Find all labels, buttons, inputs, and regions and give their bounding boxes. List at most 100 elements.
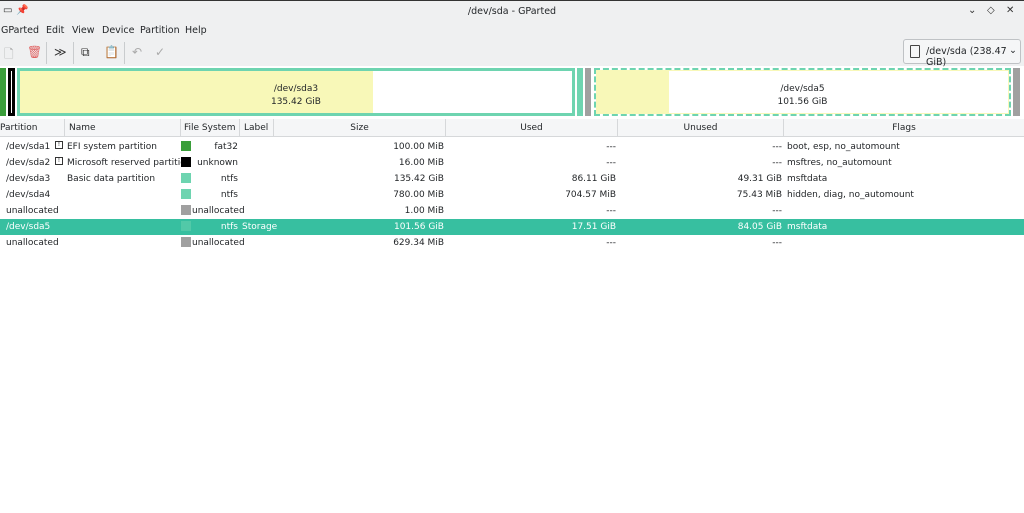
unused-cell: 49.31 GiB [737, 174, 782, 184]
table-row[interactable]: /dev/sda3 Basic data partition ntfs 135.42 … [0, 171, 1024, 187]
partition-cell: unallocated [6, 206, 59, 216]
table-row[interactable]: /dev/sda2! Microsoft reserved partition un… [0, 155, 1024, 171]
table-row[interactable]: /dev/sda5 ntfs Storage 101.56 GiB 17.51 GiB 8… [0, 219, 1024, 235]
used-cell: 17.51 GiB [571, 222, 616, 232]
used-cell: --- [606, 238, 616, 248]
filesystem-cell: unallocated [192, 206, 245, 216]
col-name[interactable]: Name [65, 119, 181, 137]
unused-cell: --- [772, 206, 782, 216]
col-used[interactable]: Used [446, 119, 618, 137]
flags-cell: msftdata [787, 222, 828, 232]
filesystem-cell: ntfs [220, 190, 238, 200]
new-partition-icon[interactable]: 🗋 [4, 45, 14, 66]
device-selector[interactable]: /dev/sda (238.47 GiB) ⌄ [903, 39, 1021, 68]
menu-gparted[interactable]: GParted [1, 25, 39, 36]
minimize-icon[interactable]: ⌄ [968, 5, 976, 16]
unused-cell: 84.05 GiB [737, 222, 782, 232]
col-filesystem[interactable]: File System [181, 119, 240, 137]
size-cell: 16.00 MiB [398, 158, 444, 168]
size-cell: 780.00 MiB [393, 190, 444, 200]
fs-color-swatch [181, 141, 191, 151]
partition-cell: /dev/sda3 [6, 174, 51, 184]
fs-color-swatch [181, 189, 191, 199]
flags-cell: hidden, diag, no_automount [787, 190, 914, 200]
map-sda5-name: /dev/sda5 [780, 84, 825, 94]
col-unused[interactable]: Unused [618, 119, 784, 137]
delete-icon[interactable]: 🗑 [27, 45, 42, 59]
table-row[interactable]: unallocated unallocated 1.00 MiB --- --- [0, 203, 1024, 219]
size-cell: 100.00 MiB [393, 142, 444, 152]
undo-icon[interactable]: ↶ [132, 45, 142, 59]
filesystem-cell: ntfs [220, 174, 238, 184]
filesystem-cell: ntfs [220, 222, 238, 232]
chevron-down-icon: ⌄ [1009, 45, 1017, 56]
col-size[interactable]: Size [274, 119, 446, 137]
table-header: Partition Name File System Label Size Us… [0, 119, 1024, 137]
partition-cell: /dev/sda2 [6, 158, 51, 168]
menu-bar: GParted Edit View Device Partition Help [0, 22, 1024, 40]
map-unallocated[interactable] [585, 68, 591, 116]
unused-cell: --- [772, 238, 782, 248]
map-sda4[interactable] [577, 68, 583, 116]
menu-help[interactable]: Help [185, 25, 207, 36]
apply-icon[interactable]: ✓ [155, 45, 165, 59]
col-partition[interactable]: Partition [0, 119, 65, 137]
window-title: /dev/sda - GParted [467, 6, 557, 17]
name-cell: EFI system partition [67, 142, 157, 152]
map-sda3[interactable]: /dev/sda3 135.42 GiB [17, 68, 575, 116]
separator [46, 42, 47, 64]
used-cell: --- [606, 142, 616, 152]
filesystem-cell: unknown [197, 158, 238, 168]
separator [124, 42, 125, 64]
menu-device[interactable]: Device [102, 25, 135, 36]
fs-color-swatch [181, 221, 191, 231]
filesystem-cell: unallocated [192, 238, 245, 248]
fs-color-swatch [181, 237, 191, 247]
name-cell: Basic data partition [67, 174, 156, 184]
used-cell: 86.11 GiB [571, 174, 616, 184]
map-sda2[interactable] [8, 68, 15, 116]
size-cell: 1.00 MiB [404, 206, 444, 216]
title-bar: ▭ 📌 /dev/sda - GParted ⌄ ◇ ✕ [0, 0, 1024, 22]
menu-view[interactable]: View [72, 25, 95, 36]
fs-color-swatch [181, 173, 191, 183]
size-cell: 101.56 GiB [393, 222, 444, 232]
resize-move-icon[interactable]: ≫ [54, 45, 67, 59]
unused-cell: --- [772, 158, 782, 168]
map-sda3-name: /dev/sda3 [273, 84, 319, 94]
table-row[interactable]: /dev/sda4 ntfs 780.00 MiB 704.57 MiB 75.43 M… [0, 187, 1024, 203]
maximize-icon[interactable]: ◇ [987, 5, 995, 16]
partition-cell: /dev/sda1 [6, 142, 51, 152]
map-sda5[interactable]: /dev/sda5 101.56 GiB [594, 68, 1011, 116]
fs-color-swatch [181, 205, 191, 215]
toolbar: 🗋 🗑 ≫ ⧉ 📋 ↶ ✓ [0, 40, 1024, 66]
partition-cell: /dev/sda4 [6, 190, 51, 200]
map-sda1[interactable] [0, 68, 6, 116]
name-cell: Microsoft reserved partition [67, 158, 192, 168]
partition-cell: /dev/sda5 [6, 222, 51, 232]
paste-icon[interactable]: 📋 [104, 45, 119, 59]
used-cell: 704.57 MiB [565, 190, 616, 200]
flags-cell: msftdata [787, 174, 828, 184]
copy-icon[interactable]: ⧉ [81, 45, 90, 60]
size-cell: 629.34 MiB [393, 238, 444, 248]
flags-cell: msftres, no_automount [787, 158, 892, 168]
info-icon: ! [55, 157, 63, 165]
fs-color-swatch [181, 157, 191, 167]
close-icon[interactable]: ✕ [1006, 5, 1014, 16]
partition-cell: unallocated [6, 238, 59, 248]
table-row[interactable]: unallocated unallocated 629.34 MiB --- --- [0, 235, 1024, 251]
menu-partition[interactable]: Partition [140, 25, 180, 36]
unused-cell: --- [772, 142, 782, 152]
map-sda5-size: 101.56 GiB [777, 97, 828, 107]
filesystem-cell: fat32 [214, 142, 238, 152]
map-sda3-size: 135.42 GiB [270, 97, 321, 107]
col-label[interactable]: Label [240, 119, 274, 137]
separator [73, 42, 74, 64]
menu-edit[interactable]: Edit [46, 25, 64, 36]
col-flags[interactable]: Flags [784, 119, 1024, 137]
used-cell: --- [606, 206, 616, 216]
disk-icon [910, 45, 920, 58]
map-unallocated[interactable] [1013, 68, 1020, 116]
table-row[interactable]: /dev/sda1! EFI system partition fat32 100.0… [0, 139, 1024, 155]
